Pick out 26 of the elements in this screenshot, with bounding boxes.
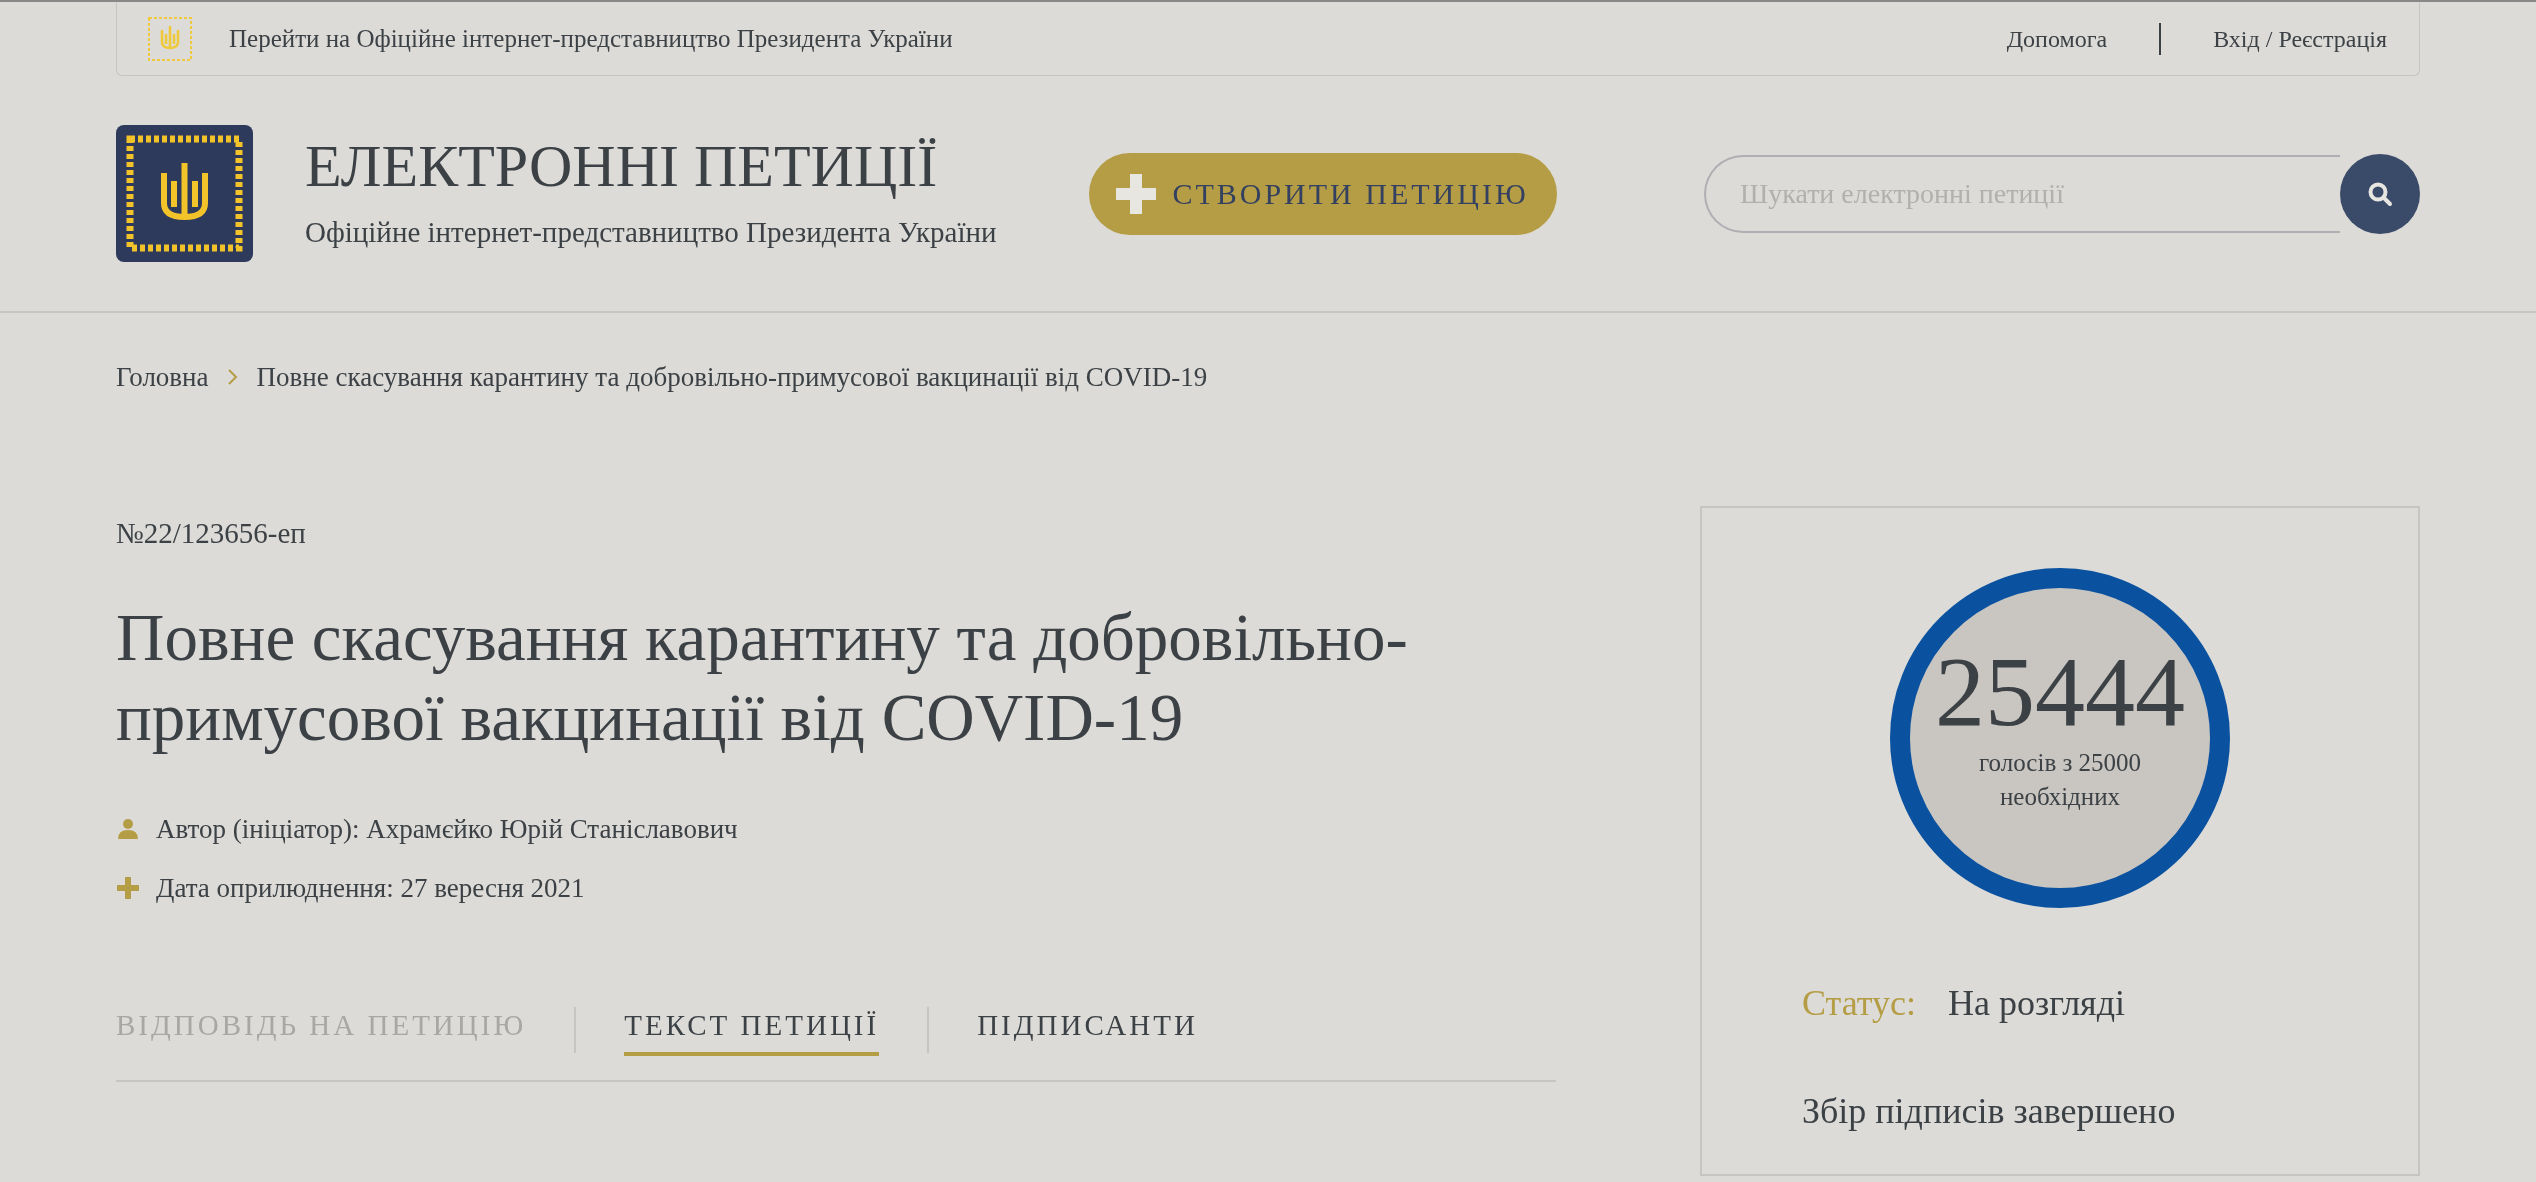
site-title: ЕЛЕКТРОННІ ПЕТИЦІЇ [305, 132, 939, 199]
status-value: На розгляді [1948, 982, 2125, 1025]
site-subtitle: Офіційне інтернет-представництво Президента України [305, 214, 997, 250]
create-petition-button[interactable]: СТВОРИТИ ПЕТИЦІЮ [1088, 152, 1557, 235]
author-text: Автор (ініціатор): Ахрамєйко Юрій Станіславович [156, 813, 738, 846]
search-icon [2367, 180, 2393, 207]
petition-tab[interactable]: ПІДПИСАНТИ [977, 1004, 1198, 1056]
status-label: Статус: [1802, 982, 1916, 1025]
plus-icon [116, 875, 140, 900]
publish-date: Дата оприлюднення: 27 вересня 2021 [156, 871, 585, 905]
petition-number: №22/123656-еп [116, 515, 307, 551]
vote-caption: голосів з 25000 необхідних [1977, 748, 2143, 812]
collection-status: Збір підписів завершено [1802, 1090, 2176, 1133]
president-site-link[interactable]: Перейти на Офіційне інтернет-представництво Президента України [229, 19, 953, 58]
coat-of-arms-logo[interactable] [116, 125, 253, 262]
chevron-icon [226, 368, 239, 387]
person-icon [116, 817, 140, 842]
vote-count: 25444 [1935, 642, 2185, 742]
help-link[interactable]: Допомога [2006, 20, 2108, 57]
trident-icon [147, 15, 193, 62]
breadcrumb-current: Повне скасування карантину та добровільно-примусової вакцинації від COVID-19 [256, 361, 1208, 394]
petition-tab[interactable]: ТЕКСТ ПЕТИЦІЇ [624, 1004, 880, 1056]
petition-title: Повне скасування карантину та добровільно-примусової вакцинації від COVID-19 [116, 599, 1409, 756]
breadcrumb-link[interactable]: Головна [116, 357, 209, 398]
plus-icon [1116, 173, 1157, 214]
login-link[interactable]: Вхід / Реєстрація [2213, 20, 2387, 57]
